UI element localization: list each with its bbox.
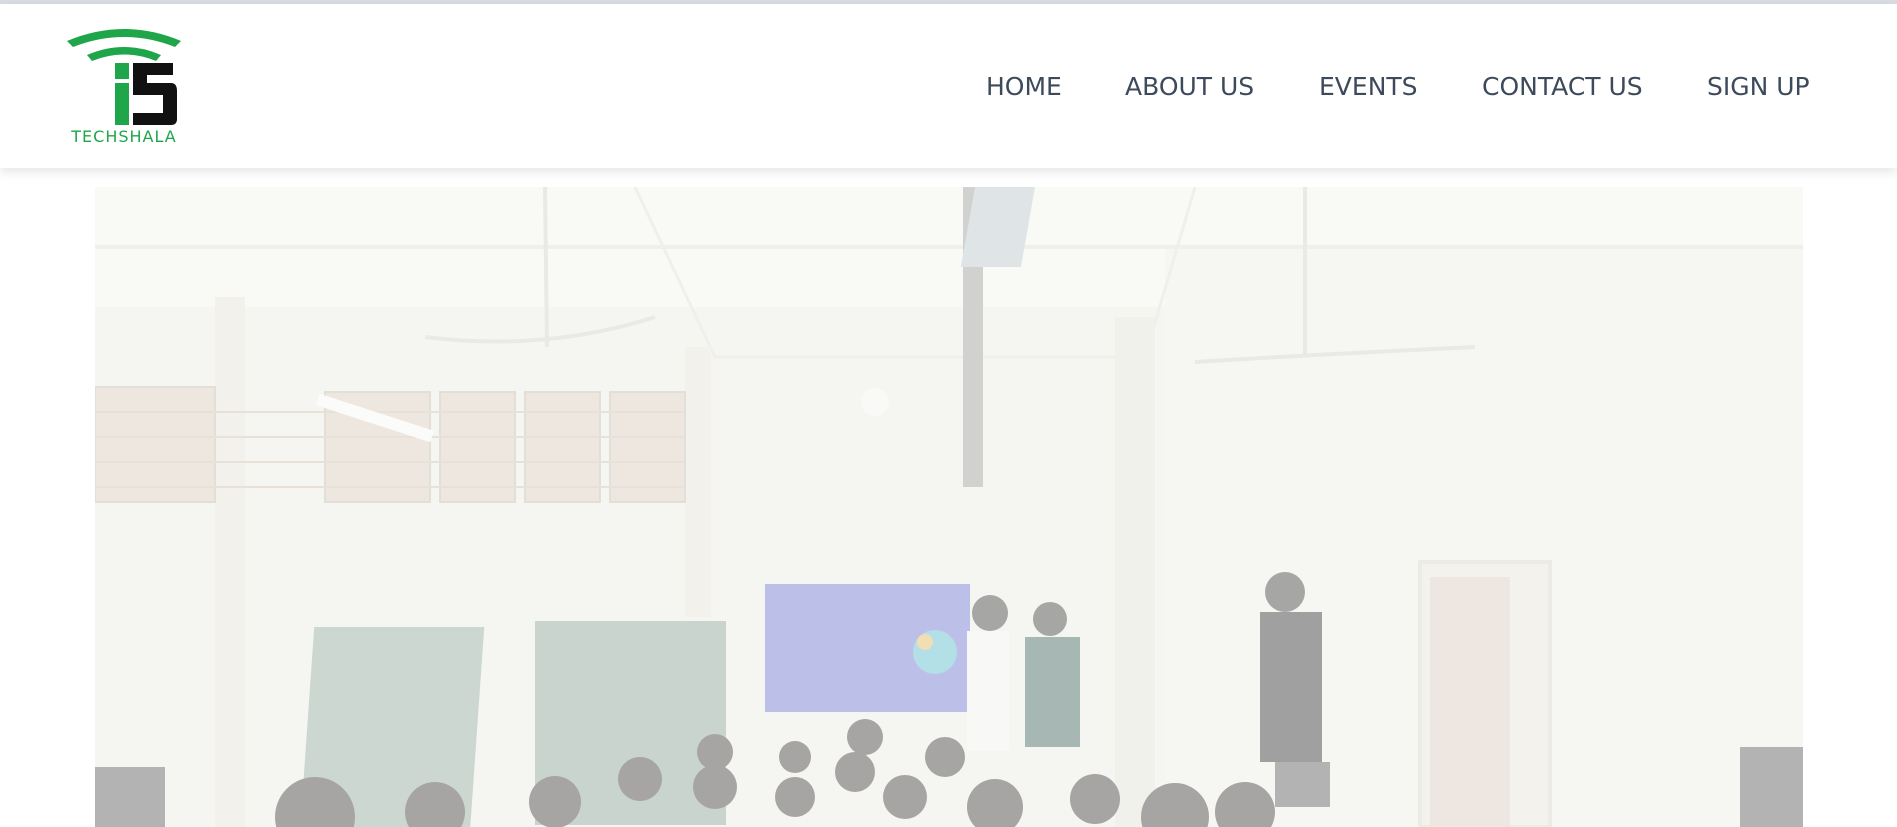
site-header: TECHSHALA HOME ABOUT US EVENTS CONTACT U… bbox=[0, 4, 1897, 168]
nav-home[interactable]: HOME bbox=[986, 72, 1062, 101]
hero-fade-overlay bbox=[95, 187, 1803, 827]
hero-image bbox=[95, 187, 1803, 827]
nav-sign-up[interactable]: SIGN UP bbox=[1707, 72, 1810, 101]
main-nav: HOME ABOUT US EVENTS CONTACT US SIGN UP bbox=[0, 72, 1897, 112]
nav-about-us[interactable]: ABOUT US bbox=[1125, 72, 1254, 101]
nav-contact-us[interactable]: CONTACT US bbox=[1482, 72, 1643, 101]
nav-events[interactable]: EVENTS bbox=[1319, 72, 1418, 101]
brand-wordmark: TECHSHALA bbox=[71, 127, 177, 146]
